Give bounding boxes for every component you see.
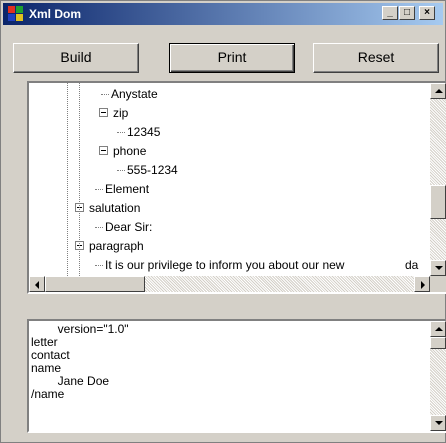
tree-node[interactable]: paragraph: [89, 238, 144, 254]
scroll-right-button[interactable]: [414, 276, 430, 292]
scroll-thumb[interactable]: [430, 185, 446, 219]
tree-node-clipped[interactable]: da: [405, 257, 418, 273]
tree-line: [67, 83, 69, 292]
scroll-up-button[interactable]: [430, 321, 446, 337]
print-button[interactable]: Print: [169, 43, 295, 73]
arrow-up-icon: [435, 327, 443, 331]
scroll-thumb[interactable]: [45, 276, 145, 292]
tree-line: [79, 83, 81, 292]
scroll-down-button[interactable]: [430, 260, 446, 276]
tree-node[interactable]: It is our privilege to inform you about …: [105, 257, 344, 273]
tree-node[interactable]: 12345: [127, 124, 160, 140]
xml-output-textbox[interactable]: version="1.0" letter contact name Jane Doe /…: [27, 319, 446, 433]
close-button[interactable]: ×: [419, 6, 435, 20]
tree-node[interactable]: Anystate: [111, 86, 158, 102]
tree-line: [95, 265, 103, 267]
arrow-down-icon: [435, 266, 443, 270]
tree-line: [95, 189, 103, 191]
minimize-button[interactable]: _: [382, 6, 398, 20]
main-window: Xml Dom _ □ × Build Print Reset Anystate…: [0, 0, 446, 443]
title-bar[interactable]: Xml Dom _ □ ×: [3, 3, 443, 25]
scroll-down-button[interactable]: [430, 415, 446, 431]
close-icon: ×: [424, 7, 430, 18]
reset-button[interactable]: Reset: [313, 43, 439, 73]
arrow-up-icon: [435, 89, 443, 93]
window-title: Xml Dom: [29, 7, 82, 21]
tree-node[interactable]: phone: [113, 143, 146, 159]
xml-tree-view[interactable]: Anystate zip 12345 phone 555-1234 Element salu…: [27, 81, 446, 294]
scroll-left-button[interactable]: [29, 276, 45, 292]
arrow-down-icon: [435, 421, 443, 425]
build-button[interactable]: Build: [13, 43, 139, 73]
tree-line: [117, 170, 125, 172]
tree-node[interactable]: zip: [113, 105, 128, 121]
text-vertical-scrollbar[interactable]: [430, 321, 446, 431]
tree-line: [117, 132, 125, 134]
tree-vertical-scrollbar[interactable]: [430, 83, 446, 276]
maximize-button[interactable]: □: [399, 6, 415, 20]
app-icon: [8, 6, 24, 22]
output-line: /name: [31, 387, 65, 401]
scroll-corner: [430, 276, 446, 292]
tree-line: [101, 94, 109, 96]
arrow-left-icon: [35, 281, 39, 289]
arrow-right-icon: [421, 281, 425, 289]
tree-line: [95, 227, 103, 229]
tree-horizontal-scrollbar[interactable]: [29, 276, 430, 292]
scroll-thumb[interactable]: [430, 337, 446, 349]
collapse-icon[interactable]: [99, 108, 108, 117]
tree-node[interactable]: 555-1234: [127, 162, 178, 178]
scroll-up-button[interactable]: [430, 83, 446, 99]
collapse-icon[interactable]: [99, 146, 108, 155]
maximize-icon: □: [403, 7, 411, 18]
tree-node[interactable]: Element: [105, 181, 149, 197]
tree-node[interactable]: salutation: [89, 200, 140, 216]
minimize-icon: _: [387, 7, 393, 18]
tree-node[interactable]: Dear Sir:: [105, 219, 152, 235]
